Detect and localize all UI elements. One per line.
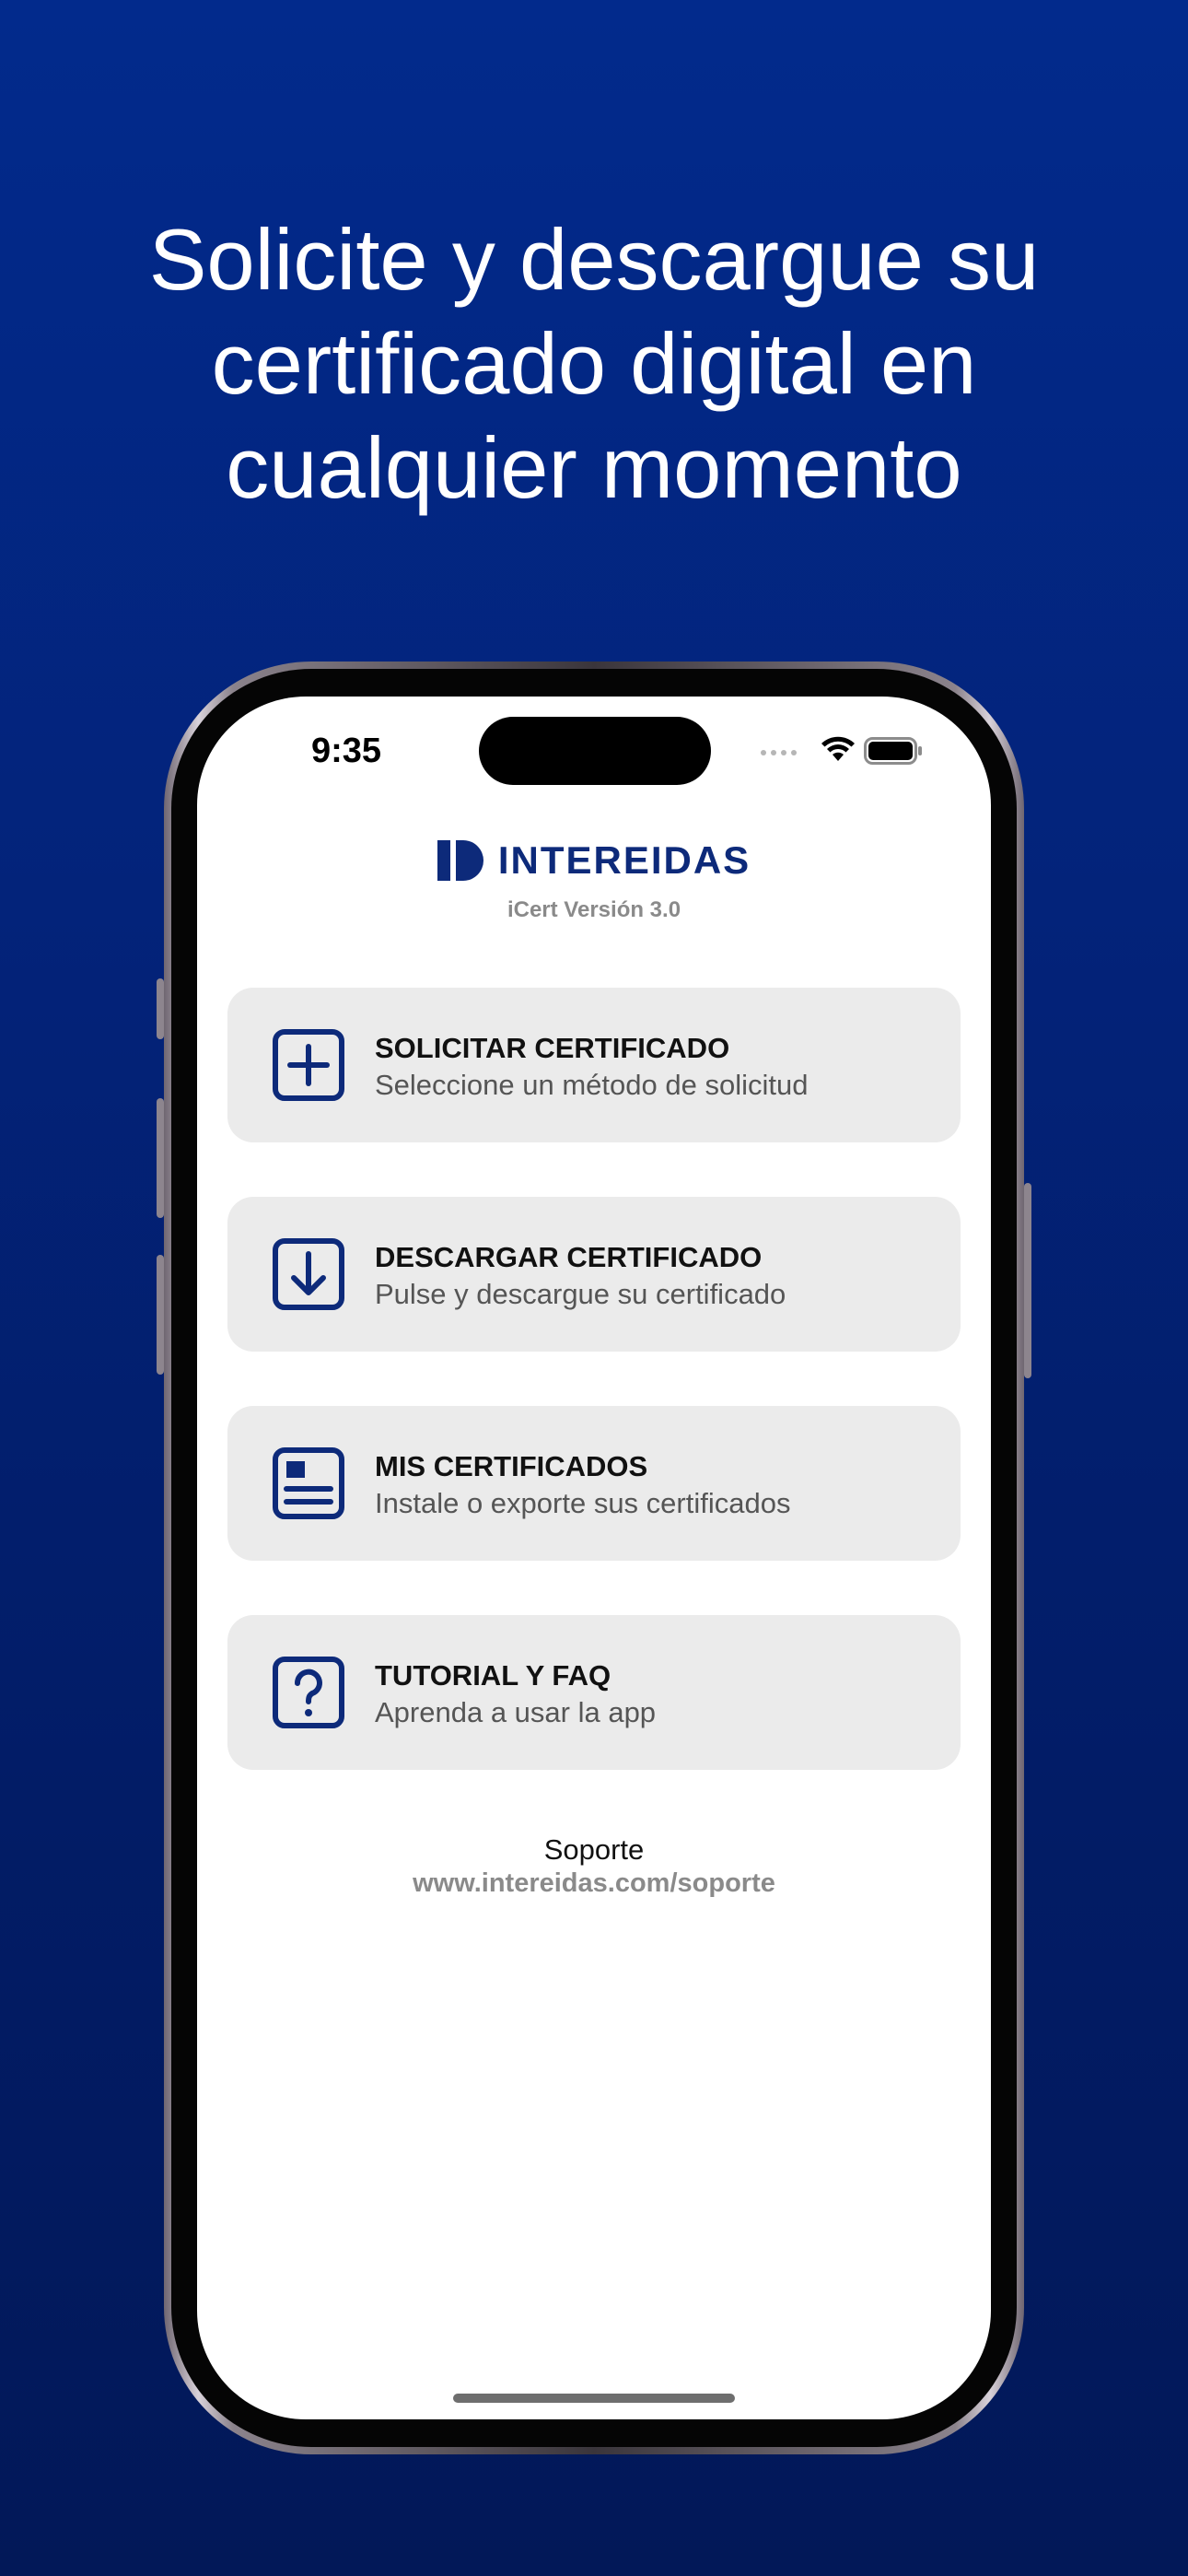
menu-item-title: DESCARGAR CERTIFICADO (375, 1241, 763, 1273)
battery-icon (864, 737, 922, 765)
tutorial-faq-button[interactable]: TUTORIAL Y FAQ Aprenda a usar la app (227, 1615, 961, 1770)
menu-item-title: TUTORIAL Y FAQ (375, 1659, 611, 1692)
download-square-icon (273, 1238, 344, 1310)
status-time: 9:35 (311, 732, 382, 770)
home-indicator[interactable] (453, 2394, 735, 2403)
support-label: Soporte (543, 1833, 645, 1866)
volume-up-button (157, 1098, 164, 1218)
promo-headline: Solicite y descargue su certificado digi… (0, 207, 1188, 520)
certificate-card-icon (273, 1447, 344, 1519)
menu-item-subtitle: Pulse y descargue su certificado (375, 1278, 786, 1310)
support-link[interactable]: www.intereidas.com/soporte (197, 1868, 991, 1899)
wifi-icon (821, 736, 855, 761)
app-logo: INTEREIDAS (197, 833, 991, 888)
request-certificate-button[interactable]: SOLICITAR CERTIFICADO Seleccione un méto… (227, 988, 961, 1142)
menu-item-subtitle: Instale o exporte sus certificados (375, 1487, 791, 1519)
download-certificate-button[interactable]: DESCARGAR CERTIFICADO Pulse y descargue … (227, 1197, 961, 1352)
logo-text: INTEREIDAS (497, 838, 751, 882)
dynamic-island (479, 717, 711, 785)
cellular-dots-icon (761, 750, 797, 755)
intereidas-logo-icon (437, 840, 483, 881)
menu-item-title: MIS CERTIFICADOS (375, 1450, 648, 1482)
menu-item-title: SOLICITAR CERTIFICADO (375, 1032, 730, 1064)
plus-square-icon (273, 1029, 344, 1101)
question-square-icon (273, 1657, 344, 1728)
my-certificates-button[interactable]: MIS CERTIFICADOS Instale o exporte sus c… (227, 1406, 961, 1561)
menu-item-subtitle: Seleccione un método de solicitud (375, 1069, 809, 1101)
menu-item-subtitle: Aprenda a usar la app (375, 1696, 657, 1728)
app-version: iCert Versión 3.0 (507, 897, 681, 922)
headline-line-2: certificado digital en (211, 315, 977, 412)
status-icons (761, 733, 936, 770)
volume-down-button (157, 1255, 164, 1375)
headline-line-1: Solicite y descargue su (148, 211, 1040, 308)
phone-screen: 9:35 INTEREIDAS iCert Versión 3.0 SOLICI… (197, 697, 991, 2419)
power-button (1024, 1183, 1031, 1378)
headline-line-3: cualquier momento (226, 419, 962, 516)
silent-switch (157, 978, 164, 1039)
